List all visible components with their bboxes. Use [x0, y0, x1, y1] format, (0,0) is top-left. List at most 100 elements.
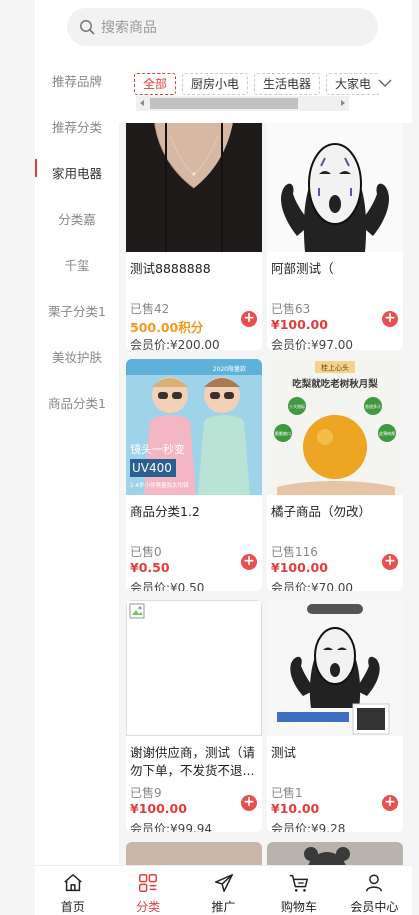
- product-price: ¥0.50: [130, 560, 170, 575]
- sidebar-item-label: 商品分类1: [48, 395, 106, 411]
- product-member-price: 会员价:¥200.00: [130, 338, 220, 350]
- search-placeholder: 搜索商品: [101, 20, 157, 36]
- sidebar-item-recommended-categories[interactable]: 推荐分类: [35, 103, 119, 149]
- product-card[interactable]: 测试8888888 已售42 500.00积分 会员价:¥200.00 +: [126, 123, 262, 350]
- category-page: 搜索商品 推荐品牌 推荐分类 家用电器 分类嘉 千玺 栗子分类1 美妆护肤 商品…: [0, 0, 419, 915]
- tab-all[interactable]: 全部: [134, 73, 177, 95]
- sidebar-item-label: 栗子分类1: [48, 303, 106, 319]
- search-bar: 搜索商品: [35, 0, 412, 55]
- tab-living-appliances[interactable]: 生活电器: [254, 73, 321, 95]
- product-sold-count: 已售1: [271, 786, 303, 800]
- product-image: [126, 600, 262, 736]
- add-to-cart-button[interactable]: +: [241, 795, 257, 811]
- image-headline-text: 吃梨就吃老树秋月梨: [292, 378, 378, 390]
- add-to-cart-button[interactable]: +: [241, 311, 257, 327]
- image-uv-text: UV400: [132, 461, 172, 475]
- product-price: ¥100.00: [271, 317, 328, 332]
- tabbar-item-member-center[interactable]: 会员中心: [337, 866, 412, 915]
- subcategory-tabs: 全部 厨房小电 生活电器 大家电: [119, 55, 412, 123]
- product-sold-count: 已售9: [130, 786, 162, 800]
- tabbar-item-home[interactable]: 首页: [35, 866, 110, 915]
- product-name: 阿部测试（: [271, 261, 334, 276]
- add-to-cart-button[interactable]: +: [382, 554, 398, 570]
- bottom-tab-bar: 首页 分类 推广 购物车 会员中心: [35, 865, 412, 915]
- product-image: [267, 842, 403, 865]
- product-card[interactable]: [126, 842, 262, 865]
- add-to-cart-button[interactable]: +: [241, 554, 257, 570]
- image-tag-text: 2020限量款: [213, 365, 246, 373]
- image-badge-text: 脆脆爽口: [275, 430, 291, 436]
- sidebar-item-qianxi[interactable]: 千玺: [35, 241, 119, 287]
- product-sold-count: 已售116: [271, 545, 318, 559]
- scroll-right-arrow-icon[interactable]: [341, 100, 345, 106]
- tabs-scrollbar[interactable]: [136, 96, 349, 111]
- sidebar-item-home-appliances[interactable]: 家用电器: [35, 149, 119, 195]
- sidebar-item-label: 家用电器: [51, 165, 102, 181]
- sidebar-item-recommended-brands[interactable]: 推荐品牌: [35, 57, 119, 103]
- image-headline-text: 镜头一秒变: [130, 442, 185, 456]
- category-icon: [139, 874, 158, 892]
- product-price: ¥100.00: [271, 560, 328, 575]
- image-banner-text: 桂上心头: [321, 363, 349, 372]
- product-member-price: 会员价:¥97.00: [271, 338, 354, 350]
- home-icon: [63, 874, 82, 892]
- cartoon-mask-poster-image: [267, 600, 403, 736]
- product-name: 谢谢供应商，测试（请勿下单，不发货不退...: [130, 745, 256, 778]
- send-icon: [214, 874, 233, 892]
- search-input[interactable]: 搜索商品: [67, 8, 378, 46]
- product-card[interactable]: 2020限量款 镜头一秒变 UV400 1-4岁小熊限量款太阳镜 商品分类1.2…: [126, 359, 262, 591]
- product-card[interactable]: 阿部测试（ 已售63 ¥100.00 会员价:¥97.00 +: [267, 123, 403, 350]
- product-card[interactable]: 谢谢供应商，测试（请勿下单，不发货不退... 已售9 ¥100.00 会员价:¥…: [126, 600, 262, 832]
- product-sold-count: 已售0: [130, 545, 162, 559]
- product-name: 测试8888888: [130, 261, 211, 276]
- image-badge-text: 十大指标: [289, 403, 305, 409]
- subcategory-tab-row: 全部 厨房小电 生活电器 大家电: [134, 73, 379, 95]
- product-name: 商品分类1.2: [130, 504, 200, 519]
- product-image: [126, 123, 262, 252]
- cartoon-bear-image: [304, 847, 350, 865]
- product-sold-count: 已售63: [271, 302, 311, 316]
- product-name: 橘子商品（勿改）: [271, 504, 372, 519]
- tab-large-appliances[interactable]: 大家电: [326, 73, 379, 95]
- product-member-price: 会员价:¥9.28: [271, 822, 346, 832]
- sidebar-item-beauty[interactable]: 美妆护肤: [35, 333, 119, 379]
- right-gutter: [412, 0, 419, 915]
- product-image: [267, 123, 403, 252]
- tabbar-label: 会员中心: [350, 900, 399, 914]
- product-image: 2020限量款 镜头一秒变 UV400 1-4岁小熊限量款太阳镜: [126, 359, 262, 495]
- cart-icon: [289, 874, 308, 892]
- tabbar-item-category[interactable]: 分类: [110, 866, 185, 915]
- tabbar-label: 分类: [136, 900, 161, 914]
- add-to-cart-button[interactable]: +: [382, 795, 398, 811]
- tabbar-item-cart[interactable]: 购物车: [261, 866, 336, 915]
- scrollbar-thumb[interactable]: [150, 98, 298, 109]
- sidebar-item-product-category[interactable]: 商品分类1: [35, 379, 119, 425]
- sidebar-item-label: 分类嘉: [58, 211, 96, 227]
- cartoon-mask-image: [267, 123, 403, 252]
- product-card[interactable]: [267, 842, 403, 865]
- tab-kitchen-appliances[interactable]: 厨房小电: [182, 73, 249, 95]
- search-icon: [80, 20, 95, 35]
- product-image: [267, 600, 403, 736]
- sidebar-item-lizi-category[interactable]: 栗子分类1: [35, 287, 119, 333]
- tabbar-label: 推广: [211, 900, 236, 914]
- tabbar-label: 购物车: [280, 900, 317, 914]
- product-card[interactable]: 测试 已售1 ¥10.00 会员价:¥9.28 +: [267, 600, 403, 832]
- sidebar-item-label: 推荐分类: [51, 119, 102, 135]
- image-caption-text: 1-4岁小熊限量款太阳镜: [130, 481, 189, 489]
- kids-sunglasses-photo: 2020限量款 镜头一秒变 UV400 1-4岁小熊限量款太阳镜: [126, 359, 262, 495]
- tabbar-label: 首页: [60, 900, 85, 914]
- sidebar-item-label: 千玺: [64, 257, 90, 273]
- sidebar-item-category-jia[interactable]: 分类嘉: [35, 195, 119, 241]
- product-image: 桂上心头 吃梨就吃老树秋月梨 十大指标 香甜多汁 脆脆爽口 皮薄肉厚: [267, 359, 403, 495]
- product-card[interactable]: 桂上心头 吃梨就吃老树秋月梨 十大指标 香甜多汁 脆脆爽口 皮薄肉厚 橘子商品（…: [267, 359, 403, 591]
- product-price: 500.00积分: [130, 320, 204, 335]
- add-to-cart-button[interactable]: +: [382, 311, 398, 327]
- scroll-left-arrow-icon[interactable]: [140, 100, 144, 106]
- sidebar-item-label: 推荐品牌: [51, 73, 102, 89]
- user-icon: [366, 874, 383, 892]
- product-member-price: 会员价:¥99.94: [130, 822, 213, 832]
- tabbar-item-promote[interactable]: 推广: [186, 866, 261, 915]
- left-gutter: [0, 0, 35, 915]
- chevron-down-icon[interactable]: [377, 75, 393, 91]
